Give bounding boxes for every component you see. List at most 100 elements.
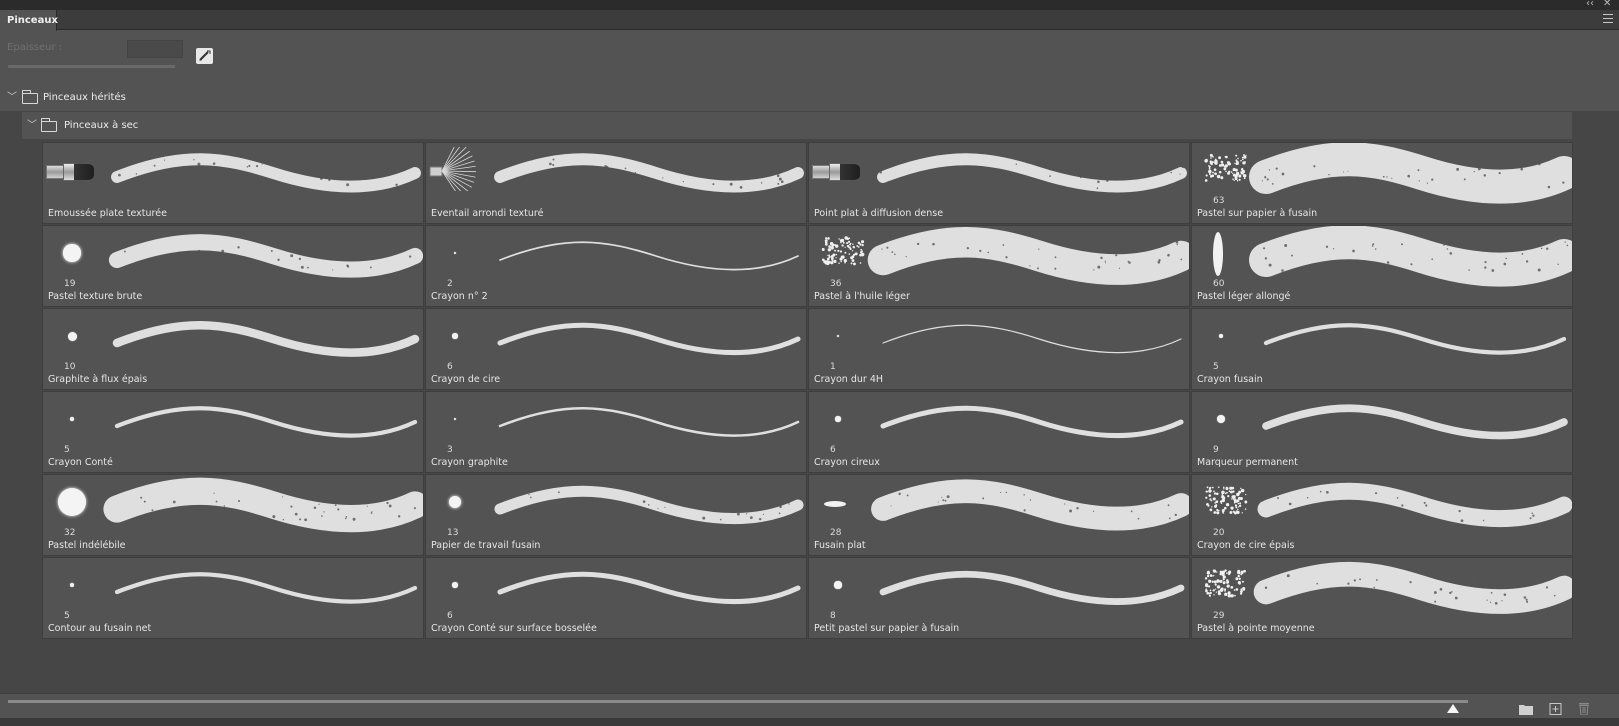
preview-size-slider[interactable] (8, 700, 1468, 703)
thickness-slider[interactable] (8, 65, 175, 68)
brush-size: 5 (64, 611, 70, 621)
brush-name: Crayon cireux (814, 457, 880, 468)
brush-tile[interactable]: 19 Pastel texture brute (42, 225, 424, 307)
stroke-preview (111, 153, 421, 193)
stroke-preview (494, 153, 804, 193)
brush-name: Crayon de cire (431, 374, 501, 385)
brush-tile[interactable]: 6 Crayon Conté sur surface bosselée (425, 557, 807, 639)
brush-size: 20 (1213, 528, 1225, 538)
stroke-preview (1249, 143, 1572, 204)
brush-tile[interactable]: 2 Crayon n° 2 (425, 225, 807, 307)
group-row-inherited[interactable]: ﹀ Pinceaux hérités (0, 84, 1619, 111)
thickness-input[interactable] (127, 40, 183, 58)
brush-tile[interactable]: 20 Crayon de cire épais (1191, 474, 1573, 556)
brush-settings: Epaisseur : (0, 31, 1619, 84)
chevron-down-icon[interactable]: ﹀ (7, 84, 17, 111)
brush-tile[interactable]: 32 Pastel indélébile (42, 474, 424, 556)
brush-tile[interactable]: 5 Crayon Conté (42, 391, 424, 473)
brush-size: 19 (64, 279, 76, 289)
pressure-size-icon[interactable] (196, 48, 213, 64)
brush-name: Pastel à l'huile léger (814, 291, 910, 302)
brush-tile[interactable]: 13 Papier de travail fusain (425, 474, 807, 556)
brush-name: Emoussée plate texturée (48, 208, 167, 219)
chevron-down-icon[interactable]: ﹀ (27, 112, 37, 139)
brush-tile[interactable]: 6 Crayon de cire (425, 308, 807, 390)
brush-tile[interactable]: 3 Crayon graphite (425, 391, 807, 473)
stroke-preview (1257, 482, 1572, 528)
brush-tip-preview (69, 582, 75, 588)
brush-tile[interactable]: Eventail arrondi texturé (425, 142, 807, 224)
brush-tile[interactable]: Point plat à diffusion dense (808, 142, 1190, 224)
close-panel-icon[interactable]: ✕ (1603, 0, 1611, 9)
brush-name: Crayon Conté (48, 457, 113, 468)
brush-tile[interactable]: 63 Pastel sur papier à fusain (1191, 142, 1573, 224)
hamburger-menu-icon[interactable] (1603, 14, 1613, 26)
flat-brush-icon (46, 161, 94, 183)
stroke-preview (1253, 561, 1572, 614)
brush-size: 9 (1213, 445, 1219, 455)
brush-tile[interactable]: Emoussée plate texturée (42, 142, 424, 224)
trash-icon[interactable] (1577, 703, 1591, 715)
brush-name: Papier de travail fusain (431, 540, 541, 551)
brush-tip-preview (834, 581, 842, 589)
brush-size: 5 (1213, 362, 1219, 372)
brush-tile[interactable]: 6 Crayon cireux (808, 391, 1190, 473)
flat-brush-icon (812, 161, 860, 183)
brush-name: Crayon fusain (1197, 374, 1263, 385)
brush-name: Pastel texture brute (48, 291, 143, 302)
brush-tip-preview (453, 417, 457, 421)
new-brush-icon[interactable] (1549, 703, 1563, 715)
stroke-preview (882, 324, 1182, 354)
brush-tile[interactable]: 1 Crayon dur 4H (808, 308, 1190, 390)
thickness-label: Epaisseur : (7, 42, 63, 53)
brush-tile[interactable]: 36 Pastel à l'huile léger (808, 225, 1190, 307)
stroke-preview (497, 571, 801, 605)
folder-icon (41, 118, 57, 132)
brush-tile[interactable]: 10 Graphite à flux épais (42, 308, 424, 390)
brush-tile[interactable]: 5 Contour au fusain net (42, 557, 424, 639)
brush-tip-preview (837, 335, 839, 337)
square-texture-tip (1204, 569, 1246, 598)
brush-tip-preview (449, 496, 461, 508)
brush-name: Eventail arrondi texturé (431, 208, 544, 219)
fan-brush-icon (429, 147, 477, 191)
preview-size-thumb[interactable] (1447, 704, 1460, 713)
brush-tip-preview (1218, 333, 1224, 339)
stroke-preview (1262, 404, 1568, 440)
brush-tile[interactable]: 8 Petit pastel sur papier à fusain (808, 557, 1190, 639)
brush-tile[interactable]: 28 Fusain plat (808, 474, 1190, 556)
brush-tip-preview (824, 501, 846, 507)
folder-icon[interactable] (1519, 703, 1533, 715)
stroke-preview (114, 572, 418, 604)
stroke-preview (871, 479, 1189, 531)
brush-tip-preview (835, 416, 841, 422)
brush-name: Pastel indélébile (48, 540, 126, 551)
group-row-dry[interactable]: ﹀ Pinceaux à sec (22, 112, 1572, 139)
brush-tip-preview (454, 252, 456, 254)
brush-tip-preview (1213, 232, 1223, 276)
tab-brushes[interactable]: Pinceaux (0, 10, 58, 31)
brush-size: 8 (830, 611, 836, 621)
brush-tile[interactable]: 60 Pastel léger allongé (1191, 225, 1573, 307)
brush-tile[interactable]: 29 Pastel à pointe moyenne (1191, 557, 1573, 639)
collapse-panel-icon[interactable]: ‹‹ (1586, 0, 1594, 9)
brush-tile[interactable]: 9 Marqueur permanent (1191, 391, 1573, 473)
brush-size: 10 (64, 362, 76, 372)
brush-name: Fusain plat (814, 540, 866, 551)
stroke-preview (112, 321, 420, 357)
stroke-preview (499, 241, 799, 271)
stroke-preview (1249, 226, 1572, 287)
brush-tip-preview (452, 582, 458, 588)
brush-size: 63 (1213, 196, 1225, 206)
brush-tip-preview (1216, 414, 1226, 424)
stroke-preview (108, 234, 423, 278)
brush-size: 36 (830, 279, 842, 289)
brush-name: Crayon Conté sur surface bosselée (431, 623, 597, 634)
stroke-preview (114, 406, 418, 438)
brush-name: Crayon graphite (431, 457, 508, 468)
brush-size: 32 (64, 528, 76, 538)
brush-size: 6 (830, 445, 836, 455)
brush-name: Pastel à pointe moyenne (1197, 623, 1315, 634)
brush-tile[interactable]: 5 Crayon fusain (1191, 308, 1573, 390)
brush-name: Crayon dur 4H (814, 374, 884, 385)
